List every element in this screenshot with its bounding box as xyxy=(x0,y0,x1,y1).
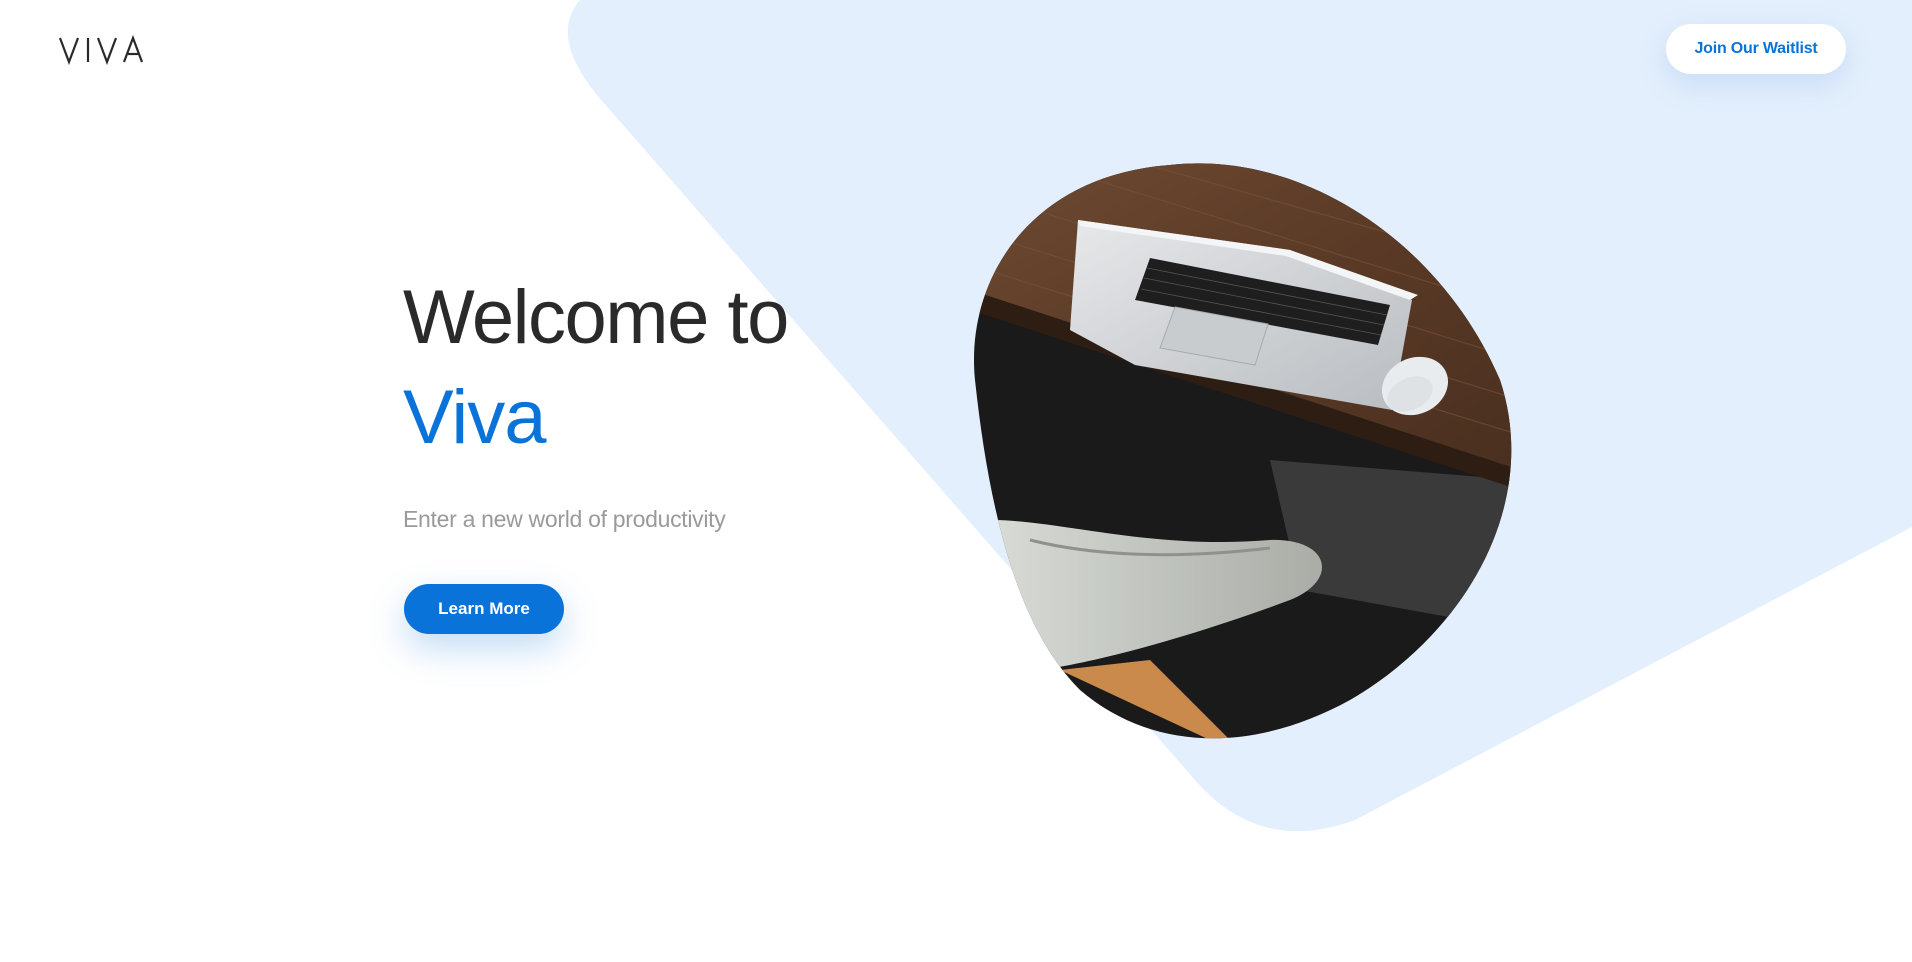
hero-subtitle: Enter a new world of productivity xyxy=(403,506,726,532)
hero-title: Welcome to xyxy=(403,275,789,360)
join-waitlist-button[interactable]: Join Our Waitlist xyxy=(1666,24,1846,74)
landing-page: Join Our Waitlist Welcome to Viva Enter … xyxy=(0,0,1912,962)
logo[interactable] xyxy=(58,34,146,66)
hero-title-brand: Viva xyxy=(403,375,546,460)
viva-logo-icon xyxy=(58,34,144,66)
laptop-desk-photo xyxy=(974,163,1512,739)
learn-more-button[interactable]: Learn More xyxy=(404,584,564,634)
hero-section: Welcome to Viva Enter a new world of pro… xyxy=(403,268,963,533)
